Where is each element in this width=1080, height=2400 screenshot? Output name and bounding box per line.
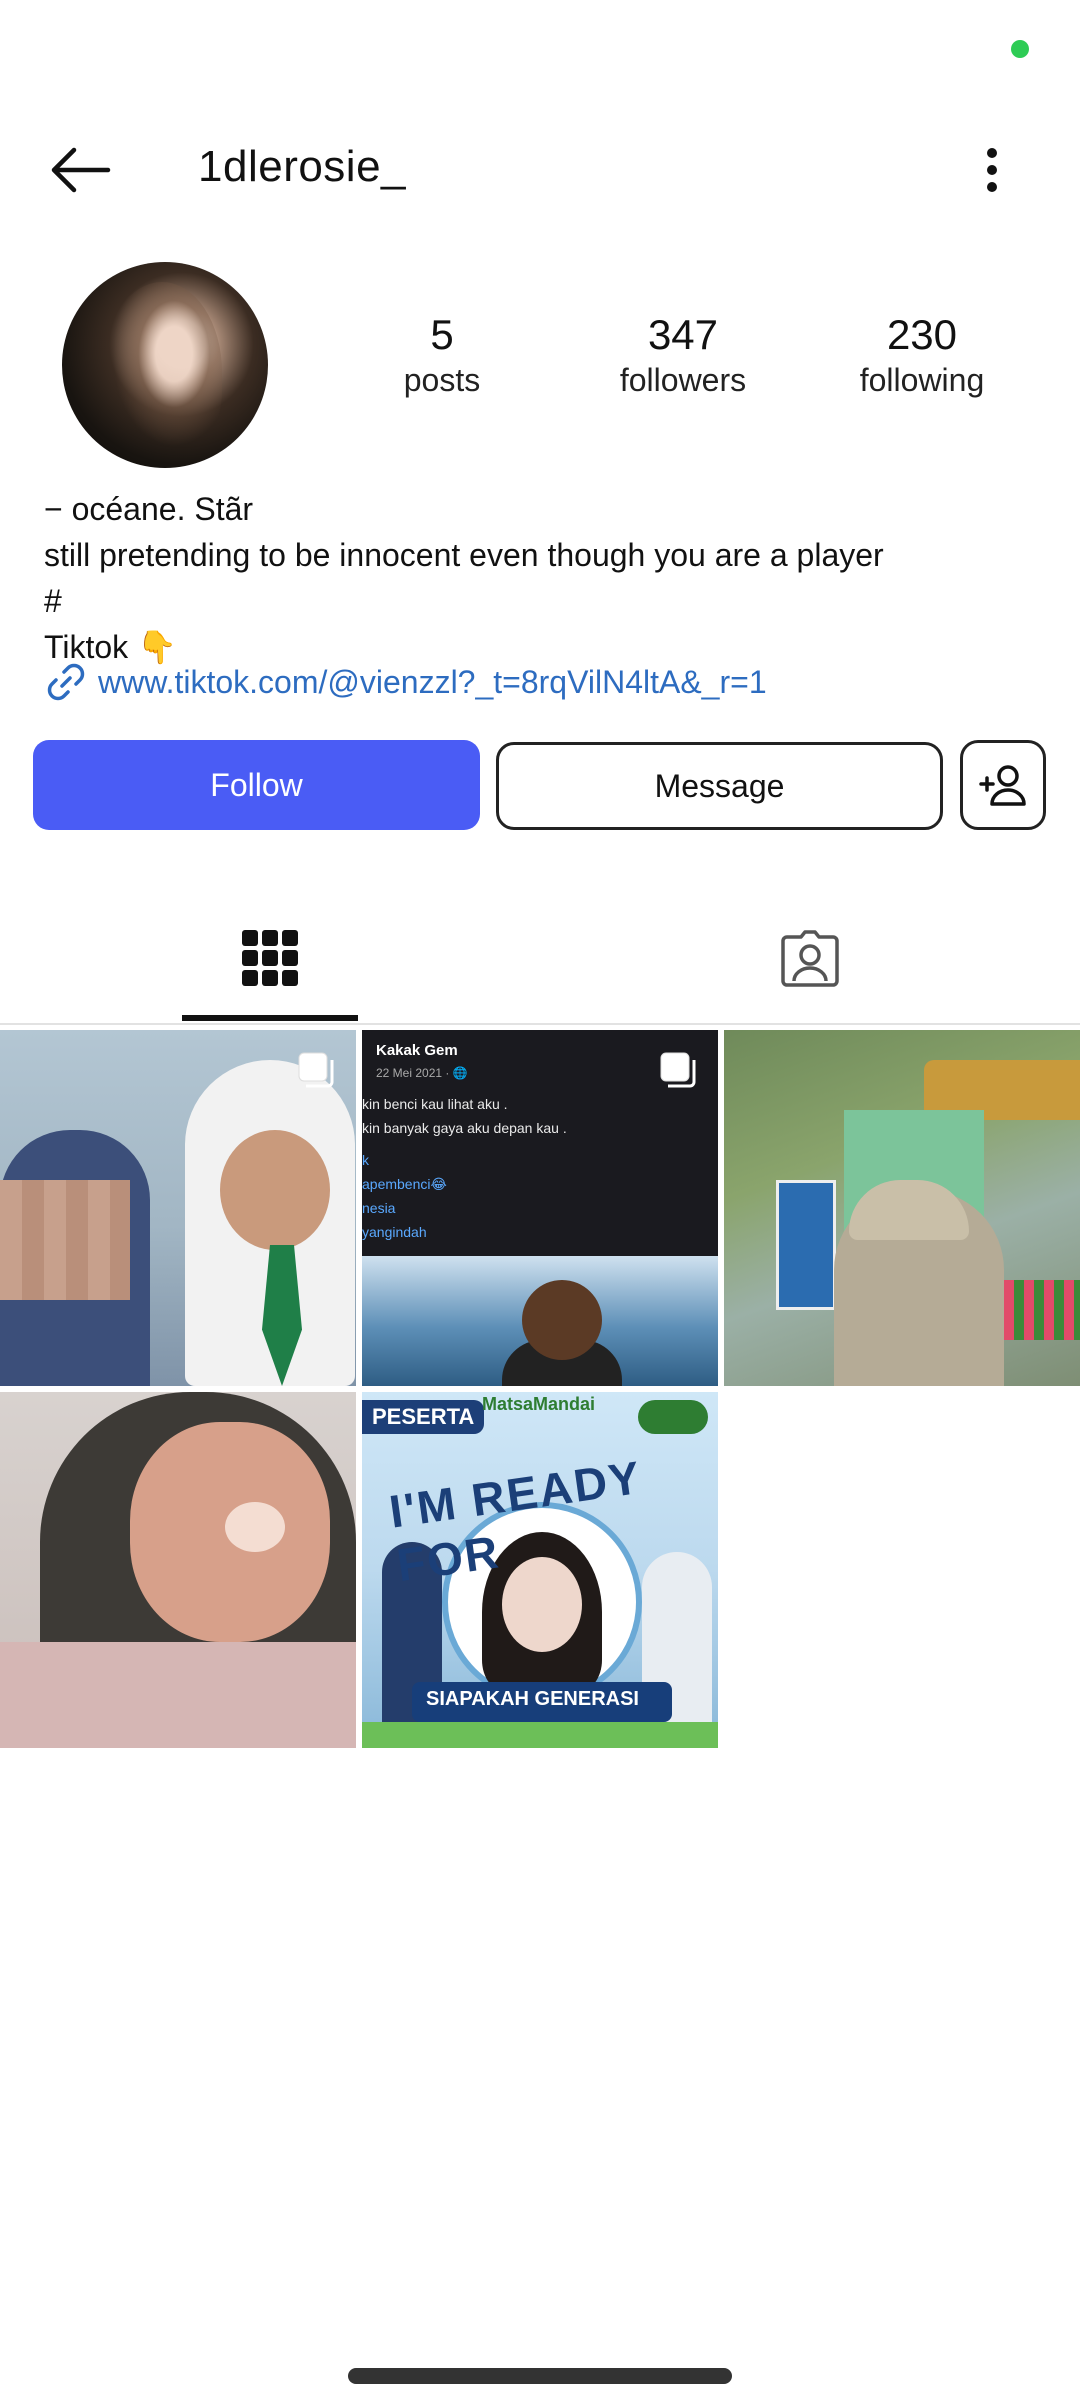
stat-following-count: 230 xyxy=(886,311,958,358)
bio-line[interactable]: # xyxy=(44,578,1044,624)
arrow-left-icon xyxy=(51,147,111,193)
bio-line: still pretending to be innocent even tho… xyxy=(44,537,884,573)
suggested-users-button[interactable] xyxy=(960,740,1046,830)
bio-link[interactable]: www.tiktok.com/@vienzzl?_t=8rqVilN4ltA&_… xyxy=(44,660,767,704)
photo-content xyxy=(522,1280,602,1360)
message-button[interactable]: Message xyxy=(496,742,943,830)
status-indicator-dot xyxy=(1011,40,1029,58)
blurred-face xyxy=(0,1180,130,1300)
post-text: kin banyak gaya aku depan kau . xyxy=(362,1120,567,1136)
bio-line: − océane. Stãr xyxy=(44,491,254,527)
post-hashtag: k xyxy=(362,1152,369,1168)
follow-button[interactable]: Follow xyxy=(33,740,480,830)
profile-avatar[interactable] xyxy=(62,262,268,468)
stat-followers[interactable]: 347 followers xyxy=(573,311,793,399)
post-banner-text: SIAPAKAH GENERASI xyxy=(426,1688,639,1710)
post-date: 22 Mei 2021 · 🌐 xyxy=(376,1066,468,1080)
add-user-icon xyxy=(979,765,1026,806)
stat-following-label: following xyxy=(859,362,985,399)
link-icon xyxy=(44,660,88,704)
tab-posts-grid[interactable] xyxy=(0,890,540,1025)
post-thumbnail[interactable]: I'M READY FOR PESERTA MatsaMandai SIAPAK… xyxy=(362,1392,718,1748)
stat-posts-label: posts xyxy=(403,362,481,399)
post-thumbnail[interactable] xyxy=(724,1030,1080,1386)
stat-posts[interactable]: 5 posts xyxy=(332,311,552,399)
photo-content xyxy=(220,1130,330,1250)
post-hashtag: yangindah xyxy=(362,1224,427,1240)
stat-followers-count: 347 xyxy=(647,311,719,358)
carousel-icon xyxy=(298,1052,334,1088)
photo-content xyxy=(0,1642,356,1748)
post-thumbnail[interactable]: Kakak Gem 22 Mei 2021 · 🌐 kin benci kau … xyxy=(362,1030,718,1386)
active-tab-indicator xyxy=(182,1015,358,1021)
carousel-icon xyxy=(660,1052,696,1088)
avatar-photo xyxy=(102,282,222,462)
post-thumbnail[interactable] xyxy=(0,1392,356,1748)
post-author: Kakak Gem xyxy=(376,1042,458,1059)
photo-content xyxy=(362,1722,718,1748)
profile-tabs xyxy=(0,890,1080,1025)
profile-bio: − océane. Stãr still pretending to be in… xyxy=(44,486,1044,670)
more-options-button[interactable] xyxy=(962,140,1022,200)
more-vertical-icon xyxy=(987,148,997,192)
photo-content xyxy=(225,1502,285,1552)
post-thumbnail[interactable] xyxy=(0,1030,356,1386)
post-text: kin benci kau lihat aku . xyxy=(362,1096,508,1112)
back-button[interactable] xyxy=(40,140,120,200)
bio-link-text[interactable]: www.tiktok.com/@vienzzl?_t=8rqVilN4ltA&_… xyxy=(98,664,767,701)
logo-badges xyxy=(638,1400,708,1434)
post-hashtag: nesia xyxy=(362,1200,396,1216)
home-indicator[interactable] xyxy=(348,2368,732,2384)
post-logo: MatsaMandai xyxy=(482,1394,596,1414)
photo-content xyxy=(776,1180,836,1310)
tab-tagged[interactable] xyxy=(540,890,1080,1025)
stat-following[interactable]: 230 following xyxy=(812,311,1032,399)
profile-username: 1dlerosie_ xyxy=(198,142,407,191)
stat-posts-count: 5 xyxy=(430,311,454,358)
tagged-icon xyxy=(781,929,839,987)
grid-icon xyxy=(242,929,298,986)
stat-followers-label: followers xyxy=(619,362,747,399)
post-badge: PESERTA xyxy=(362,1400,485,1434)
top-app-bar: 1dlerosie_ xyxy=(0,120,1080,220)
post-hashtag: apembenci😂 xyxy=(362,1176,447,1192)
